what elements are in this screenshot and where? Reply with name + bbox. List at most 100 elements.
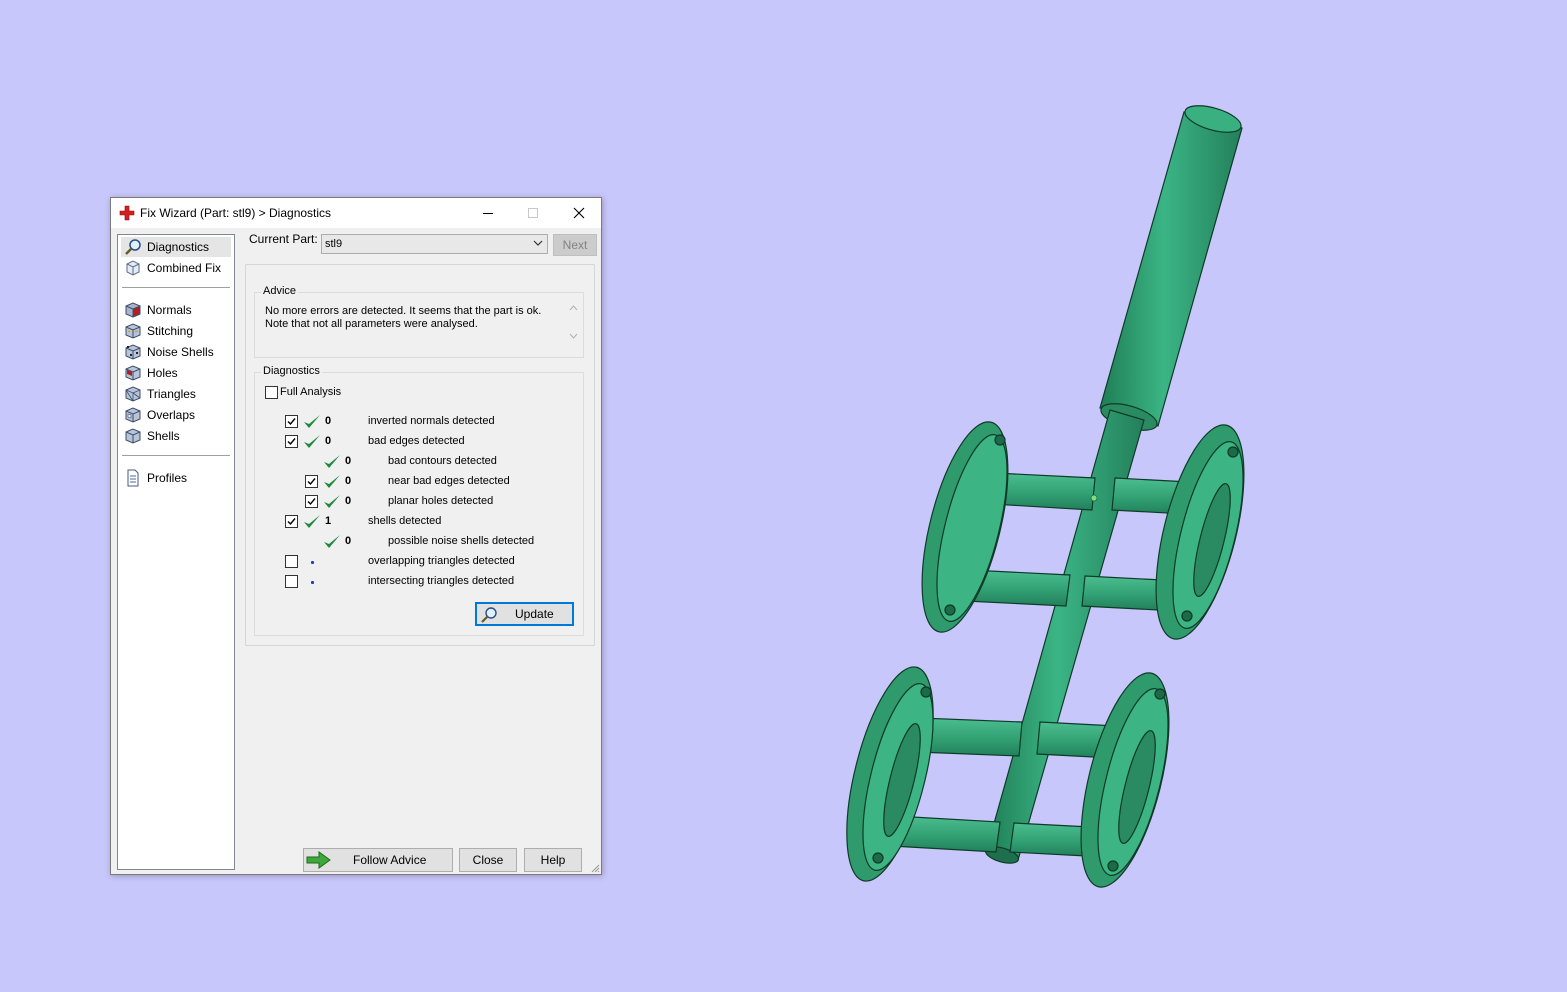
diagnostic-label: bad edges detected (368, 435, 465, 447)
advice-line: No more errors are detected. It seems th… (265, 305, 542, 317)
resize-grip-icon[interactable] (590, 863, 600, 873)
red-cross-icon (119, 205, 135, 221)
diagnostics-title: Diagnostics (261, 365, 322, 377)
nav-label: Overlaps (147, 408, 196, 422)
close-button[interactable]: Close (459, 848, 517, 872)
diagnostic-count: 0 (325, 435, 332, 447)
close-window-button[interactable] (556, 198, 601, 228)
current-part-value: stl9 (325, 238, 343, 250)
pending-dot-icon (311, 561, 314, 564)
green-check-icon (324, 535, 340, 548)
update-label: Update (515, 607, 554, 621)
diagnostic-label: planar holes detected (388, 495, 494, 507)
full-analysis-checkbox[interactable] (265, 386, 278, 399)
nav-label: Shells (147, 429, 180, 443)
nav-label: Normals (147, 303, 192, 317)
title-bar[interactable]: Fix Wizard (Part: stl9) > Diagnostics (111, 198, 601, 228)
minimize-icon (482, 213, 493, 214)
scroll-up-arrow-icon[interactable] (569, 305, 578, 311)
checkmark-icon (307, 498, 316, 506)
diagnostic-checkbox[interactable] (285, 415, 298, 428)
advice-text: No more errors are detected. It seems th… (265, 305, 555, 331)
nav-item-shells[interactable]: Shells (121, 426, 231, 446)
minimize-button[interactable] (465, 198, 510, 228)
green-check-icon (324, 455, 340, 468)
diagnostic-count: 0 (345, 475, 352, 487)
diagnostic-count: 0 (345, 455, 352, 467)
checkmark-icon (307, 478, 316, 486)
diagnostic-count: 1 (325, 515, 332, 527)
checkmark-icon (287, 418, 296, 426)
diagnostic-checkbox[interactable] (285, 575, 298, 588)
follow-advice-button[interactable]: Follow Advice (303, 848, 453, 872)
green-check-icon (304, 515, 320, 528)
maximize-button (510, 198, 555, 228)
3d-model-view[interactable] (800, 90, 1280, 910)
current-part-label: Current Part: (249, 232, 318, 246)
green-check-icon (304, 435, 320, 448)
window-title: Fix Wizard (Part: stl9) > Diagnostics (140, 206, 332, 220)
scroll-down-arrow-icon[interactable] (569, 333, 578, 339)
nav-item-triangles[interactable]: Triangles (121, 384, 231, 404)
combined-fix-icon (126, 260, 140, 276)
pending-dot-icon (311, 581, 314, 584)
nav-label: Diagnostics (147, 240, 210, 254)
overlaps-cube-icon (125, 407, 141, 423)
nav-item-diagnostics[interactable]: Diagnostics (121, 237, 231, 257)
diagnostic-checkbox[interactable] (285, 555, 298, 568)
nav-divider (122, 455, 230, 456)
stitching-cube-icon (125, 323, 141, 339)
shells-cube-icon (125, 428, 141, 444)
nav-item-overlaps[interactable]: Overlaps (121, 405, 231, 425)
next-button[interactable]: Next (553, 234, 597, 256)
green-check-icon (324, 475, 340, 488)
fix-wizard-dialog: Fix Wizard (Part: stl9) > Diagnostics Di… (110, 197, 602, 875)
nav-label: Combined Fix (147, 261, 222, 275)
diagnostic-label: overlapping triangles detected (368, 555, 515, 567)
diagnostic-checkbox[interactable] (305, 495, 318, 508)
diagnostic-label: intersecting triangles detected (368, 575, 515, 587)
nav-item-normals[interactable]: Normals (121, 300, 231, 320)
green-check-icon (304, 415, 320, 428)
close-icon (573, 207, 584, 219)
checkmark-icon (287, 518, 296, 526)
magnifier-icon (481, 607, 497, 623)
maximize-icon (527, 208, 538, 218)
nav-item-profiles[interactable]: Profiles (121, 468, 231, 488)
nav-label: Stitching (147, 324, 194, 338)
full-analysis-label: Full Analysis (280, 386, 342, 398)
diagnostic-checkbox[interactable] (305, 475, 318, 488)
normals-cube-icon (125, 302, 141, 318)
diagnostic-count: 0 (345, 535, 352, 547)
holes-cube-icon (125, 365, 141, 381)
advice-line: Note that not all parameters were analys… (265, 318, 478, 330)
nav-divider (122, 287, 230, 288)
wizard-nav: Diagnostics Combined Fix Normals Stitchi… (117, 234, 235, 870)
diagnostic-checkbox[interactable] (285, 435, 298, 448)
green-arrow-icon (306, 851, 331, 869)
nav-item-holes[interactable]: Holes (121, 363, 231, 383)
update-button[interactable]: Update (475, 602, 574, 626)
diagnostic-label: inverted normals detected (368, 415, 495, 427)
diagnostic-label: possible noise shells detected (388, 535, 535, 547)
diagnostic-count: 0 (345, 495, 352, 507)
nav-label: Profiles (147, 471, 188, 485)
triangles-cube-icon (125, 386, 141, 402)
nav-item-combined-fix[interactable]: Combined Fix (121, 258, 231, 278)
nav-item-stitching[interactable]: Stitching (121, 321, 231, 341)
diagnostic-label: shells detected (368, 515, 442, 527)
diagnostic-checkbox[interactable] (285, 515, 298, 528)
help-button[interactable]: Help (524, 848, 582, 872)
current-part-select[interactable]: stl9 (321, 234, 548, 254)
diagnostic-label: bad contours detected (388, 455, 497, 467)
nav-item-noise-shells[interactable]: Noise Shells (121, 342, 231, 362)
diagnostic-count: 0 (325, 415, 332, 427)
green-check-icon (324, 495, 340, 508)
noise-shells-icon (125, 344, 141, 360)
nav-label: Holes (147, 366, 178, 380)
nav-label: Triangles (147, 387, 196, 401)
magnifier-icon (125, 239, 141, 255)
diagnostic-label: near bad edges detected (388, 475, 510, 487)
document-icon (127, 469, 139, 487)
checkmark-icon (287, 438, 296, 446)
